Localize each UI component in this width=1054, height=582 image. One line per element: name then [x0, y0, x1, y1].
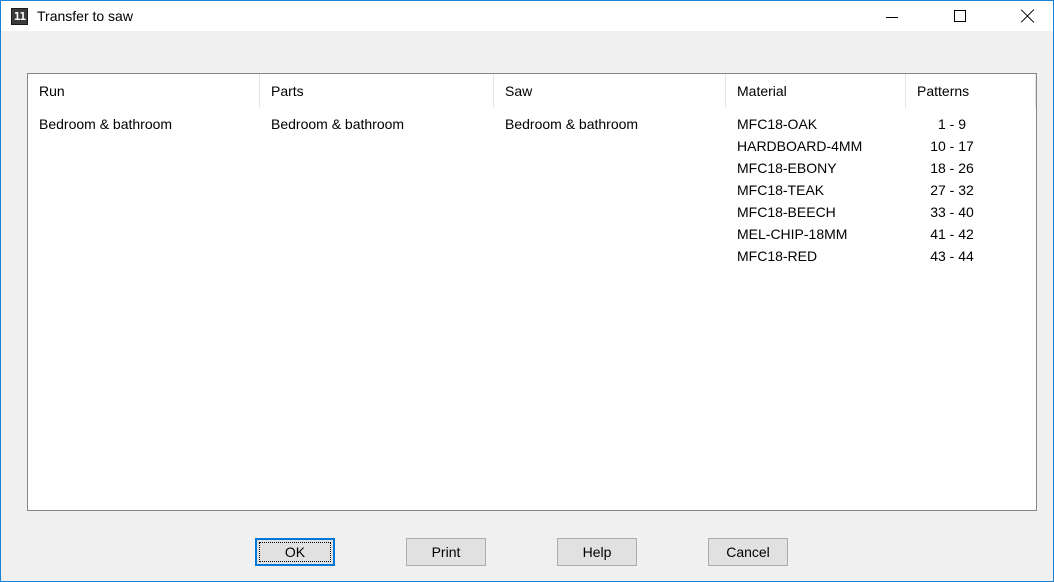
- cell-patterns: 10 - 17: [930, 138, 974, 154]
- column-header-patterns[interactable]: Patterns: [906, 74, 1036, 108]
- close-button[interactable]: [1005, 1, 1051, 31]
- cell-patterns: 33 - 40: [930, 204, 974, 220]
- maximize-icon: [954, 10, 966, 22]
- maximize-button[interactable]: [937, 1, 983, 31]
- transfer-to-saw-dialog: 11 Transfer to saw Run Parts Saw Materia…: [0, 0, 1054, 582]
- cell-material: MFC18-OAK: [737, 116, 818, 132]
- column-header-run[interactable]: Run: [28, 74, 260, 108]
- cell-material: MFC18-RED: [737, 248, 818, 264]
- cell-patterns: 27 - 32: [930, 182, 974, 198]
- cell-patterns: 1 - 9: [937, 116, 966, 132]
- cancel-button[interactable]: Cancel: [708, 538, 788, 566]
- column-header-parts[interactable]: Parts: [260, 74, 494, 108]
- column-header-material[interactable]: Material: [726, 74, 906, 108]
- cell-material: MFC18-BEECH: [737, 204, 836, 220]
- cell-saw: Bedroom & bathroom: [505, 116, 639, 132]
- close-icon: [1021, 9, 1035, 23]
- window-title: Transfer to saw: [37, 8, 133, 24]
- ok-button[interactable]: OK: [255, 538, 335, 566]
- title-bar[interactable]: 11 Transfer to saw: [1, 1, 1053, 31]
- cell-material: HARDBOARD-4MM: [737, 138, 863, 154]
- column-header-saw[interactable]: Saw: [494, 74, 726, 108]
- help-button[interactable]: Help: [557, 538, 637, 566]
- list-header: Run Parts Saw Material Patterns: [28, 74, 1036, 108]
- print-button[interactable]: Print: [406, 538, 486, 566]
- cell-patterns: 43 - 44: [930, 248, 974, 264]
- cell-run: Bedroom & bathroom: [39, 116, 173, 132]
- app-icon: 11: [11, 8, 28, 25]
- cell-material: MEL-CHIP-18MM: [737, 226, 848, 242]
- cell-material: MFC18-TEAK: [737, 182, 825, 198]
- cell-material: MFC18-EBONY: [737, 160, 837, 176]
- minimize-icon: [886, 17, 898, 18]
- cell-patterns: 41 - 42: [930, 226, 974, 242]
- transfer-list[interactable]: Run Parts Saw Material Patterns Bedroom …: [27, 73, 1037, 511]
- minimize-button[interactable]: [869, 1, 915, 31]
- cell-patterns: 18 - 26: [930, 160, 974, 176]
- cell-parts: Bedroom & bathroom: [271, 116, 405, 132]
- focus-rectangle: [259, 542, 331, 562]
